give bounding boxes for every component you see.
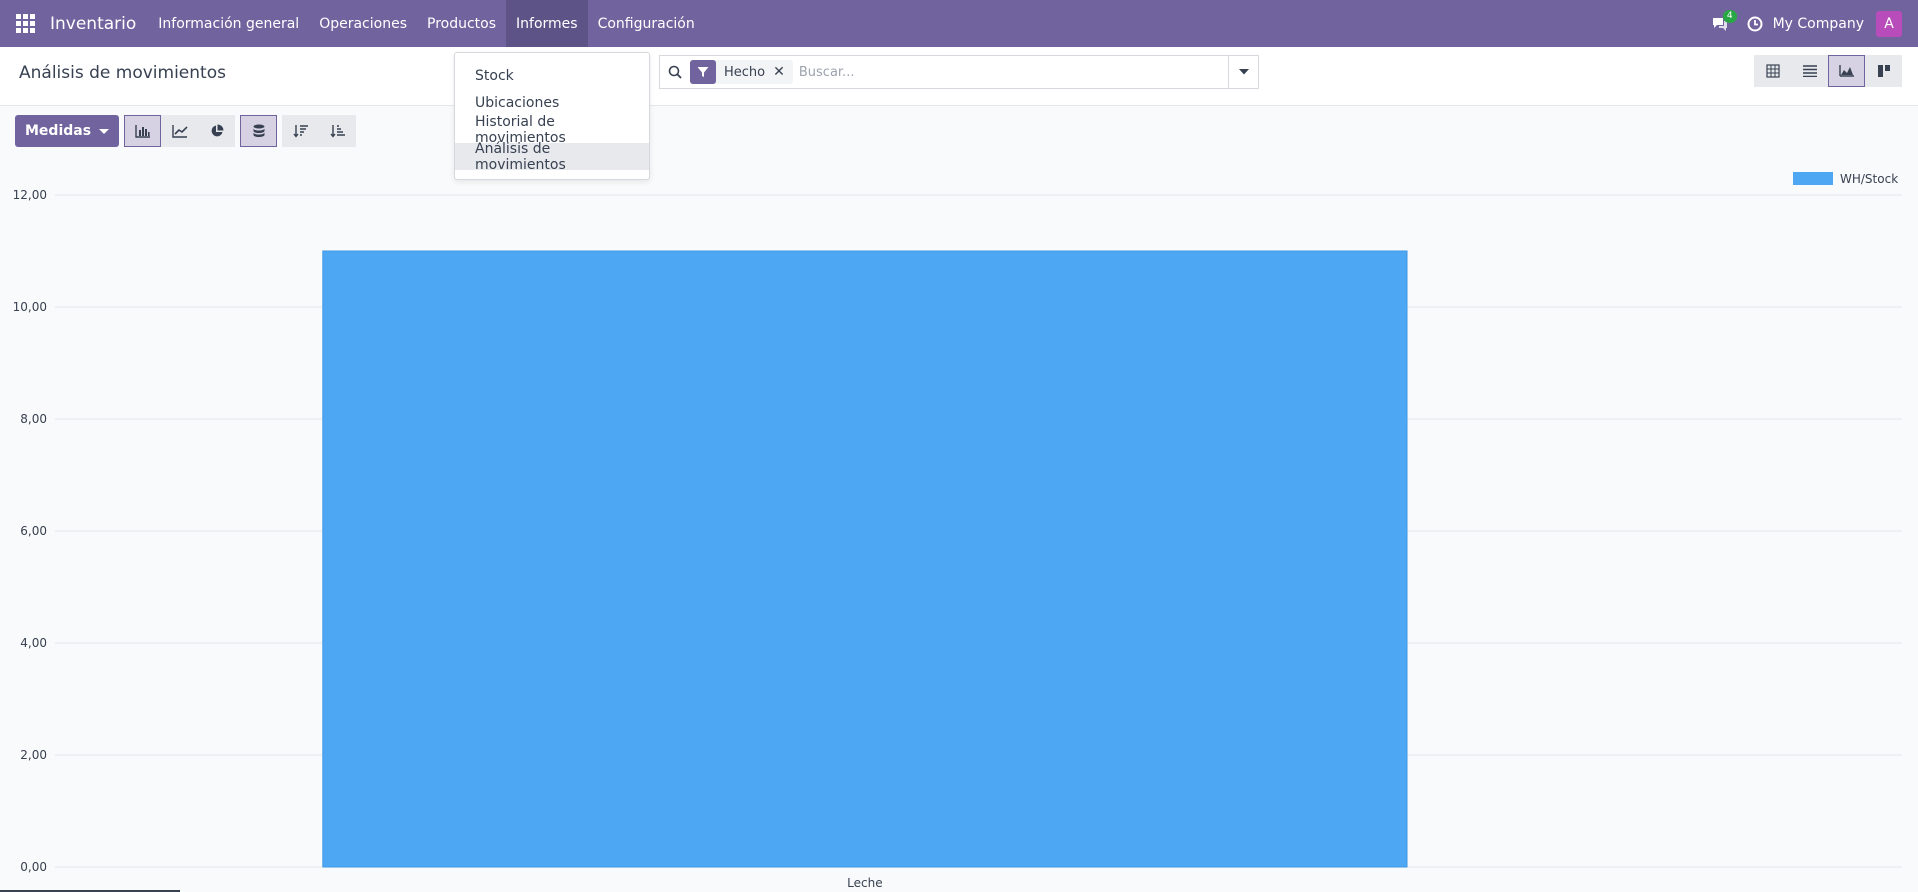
y-tick-label: 4,00 [20, 636, 47, 650]
line-chart-icon [171, 125, 188, 138]
kanban-view-button[interactable] [1865, 55, 1902, 87]
caret-down-icon [99, 128, 110, 134]
legend-swatch [1793, 172, 1833, 185]
search-input[interactable] [798, 64, 1228, 80]
menu-productos[interactable]: Productos [417, 0, 506, 47]
pie-chart-button[interactable] [198, 115, 236, 147]
y-tick-label: 6,00 [20, 524, 47, 538]
measures-label: Medidas [25, 123, 92, 139]
pivot-view-button[interactable] [1754, 55, 1791, 87]
measures-dropdown-button[interactable]: Medidas [15, 115, 120, 147]
x-tick-label: Leche [847, 876, 882, 890]
dropdown-item-stock[interactable]: Stock [455, 62, 649, 89]
clock-icon [1747, 16, 1763, 31]
top-navbar: Inventario Información general Operacion… [0, 0, 1918, 47]
menu-operaciones[interactable]: Operaciones [309, 0, 417, 47]
list-view-button[interactable] [1791, 55, 1828, 87]
sort-descending-icon [293, 125, 308, 138]
stacked-toggle-button[interactable] [240, 115, 278, 147]
dropdown-item-analisis[interactable]: Análisis de movimientos [455, 141, 649, 173]
message-count-badge: 4 [1722, 9, 1737, 23]
menu-configuracion[interactable]: Configuración [588, 0, 705, 47]
view-switcher [1754, 55, 1902, 87]
menu-informacion-general[interactable]: Información general [148, 0, 309, 47]
table-icon [1765, 64, 1780, 78]
filter-icon [690, 60, 716, 84]
line-chart-button[interactable] [161, 115, 199, 147]
informes-dropdown-menu: Stock Ubicaciones Historial de movimient… [454, 52, 650, 180]
sort-descending-button[interactable] [282, 115, 320, 147]
activity-button[interactable] [1737, 16, 1773, 32]
search-icon [660, 65, 690, 79]
page-title: Análisis de movimientos [19, 63, 226, 83]
search-options-toggle[interactable] [1228, 56, 1258, 88]
search-facet: Hecho ✕ [690, 60, 793, 84]
user-avatar[interactable]: A [1876, 10, 1902, 37]
bar-chart-button[interactable] [124, 115, 162, 147]
menu-informes[interactable]: Informes [506, 0, 588, 47]
bar-0 [322, 250, 1408, 868]
kanban-icon [1877, 65, 1890, 77]
y-tick-label: 12,00 [13, 188, 47, 202]
list-icon [1802, 65, 1817, 77]
company-switcher[interactable]: My Company [1773, 16, 1864, 32]
y-tick-label: 8,00 [20, 412, 47, 426]
apps-menu-icon[interactable] [0, 0, 50, 47]
area-chart-icon [1838, 65, 1854, 77]
facet-label: Hecho [724, 64, 766, 80]
app-brand[interactable]: Inventario [50, 14, 136, 34]
y-tick-label: 2,00 [20, 748, 47, 762]
sort-ascending-button[interactable] [319, 115, 357, 147]
caret-down-icon [1238, 69, 1249, 75]
remove-facet-icon[interactable]: ✕ [773, 64, 793, 80]
pie-chart-icon [211, 124, 224, 137]
dropdown-item-historial[interactable]: Historial de movimientos [455, 114, 649, 146]
sort-ascending-icon [330, 125, 345, 138]
database-icon [253, 124, 265, 137]
graph-view-button[interactable] [1828, 55, 1865, 87]
control-panel: Análisis de movimientos Hecho ✕ [0, 47, 1918, 106]
bar-chart-icon [134, 125, 150, 138]
messages-button[interactable]: 4 [1703, 9, 1737, 32]
graph-toolbar: Medidas [15, 115, 357, 147]
y-tick-label: 10,00 [13, 300, 47, 314]
search-bar: Hecho ✕ [659, 55, 1259, 89]
y-tick-label: 0,00 [20, 860, 47, 874]
dropdown-item-ubicaciones[interactable]: Ubicaciones [455, 89, 649, 116]
legend-label: WH/Stock [1840, 172, 1898, 186]
bar-chart: 0,00 2,00 4,00 6,00 8,00 10,00 12,00 Leche WH/St… [13, 172, 1902, 890]
